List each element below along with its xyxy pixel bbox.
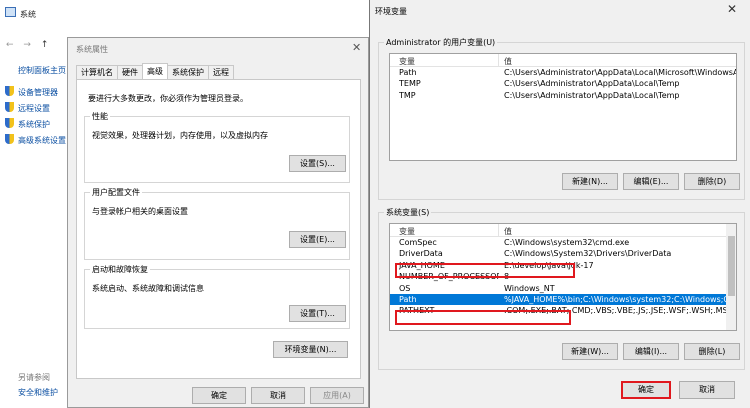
- variable-value: C:\Windows\System32\Drivers\DriverData: [504, 249, 672, 259]
- user-profiles-group: 用户配置文件 与登录帐户相关的桌面设置 设置(E)...: [84, 187, 350, 260]
- variable-name: TMP: [399, 90, 416, 100]
- control-panel-home-link[interactable]: 控制面板主页: [18, 65, 66, 76]
- sidebar-item-remote-settings[interactable]: 远程设置: [18, 103, 50, 114]
- sidebar-item-device-manager[interactable]: 设备管理器: [18, 87, 58, 98]
- value-column-header[interactable]: 值: [504, 226, 512, 237]
- variable-column-header[interactable]: 变量: [399, 56, 415, 67]
- sidebar-item-system-protection[interactable]: 系统保护: [18, 119, 50, 130]
- user-variables-group: Administrator 的用户变量(U) 变量 值 Path C:\User…: [378, 37, 745, 200]
- user-profiles-desc: 与登录帐户相关的桌面设置: [92, 207, 188, 216]
- tab-strip: 计算机名 硬件 高级 系统保护 远程: [76, 63, 234, 79]
- user-variables-list[interactable]: 变量 值 Path C:\Users\Administrator\AppData…: [389, 53, 737, 161]
- variable-name: ComSpec: [399, 238, 437, 247]
- close-icon[interactable]: ✕: [352, 41, 361, 54]
- user-variables-label: Administrator 的用户变量(U): [384, 37, 498, 48]
- user-list-header: 变量 值: [390, 54, 736, 67]
- close-icon[interactable]: ✕: [727, 2, 737, 16]
- cancel-button[interactable]: 取消: [251, 387, 305, 404]
- system-delete-button[interactable]: 删除(L): [684, 343, 740, 360]
- performance-desc: 视觉效果，处理器计划，内存使用，以及虚拟内存: [92, 131, 268, 140]
- value-column-header[interactable]: 值: [504, 56, 512, 67]
- variable-name: OS: [399, 283, 411, 293]
- tab-hardware[interactable]: 硬件: [117, 65, 143, 79]
- back-arrow-icon[interactable]: ←: [6, 40, 14, 50]
- system-variables-group: 系统变量(S) 变量 值 ComSpec C:\Windows\system32…: [378, 207, 745, 370]
- shield-icon: [5, 134, 14, 144]
- table-row[interactable]: DriverData C:\Windows\System32\Drivers\D…: [390, 248, 736, 259]
- system-variables-list[interactable]: 变量 值 ComSpec C:\Windows\system32\cmd.exe…: [389, 223, 737, 331]
- system-properties-dialog: 系统属性 ✕ 计算机名 硬件 高级 系统保护 远程 要进行大多数更改，你必须作为…: [67, 37, 369, 408]
- env-cancel-button[interactable]: 取消: [679, 381, 735, 399]
- java-home-highlight: [395, 263, 575, 278]
- nav-buttons: ← → ↑: [6, 40, 55, 50]
- system-edit-button[interactable]: 编辑(I)...: [623, 343, 679, 360]
- startup-recovery-settings-button[interactable]: 设置(T)...: [289, 305, 346, 322]
- env-ok-button[interactable]: 确定: [621, 381, 671, 399]
- variable-value: C:\Windows\system32\cmd.exe: [504, 238, 630, 247]
- user-profiles-settings-button[interactable]: 设置(E)...: [289, 231, 346, 248]
- user-profiles-group-label: 用户配置文件: [90, 187, 142, 198]
- tab-advanced[interactable]: 高级: [142, 63, 168, 79]
- table-row[interactable]: TEMP C:\Users\Administrator\AppData\Loca…: [390, 78, 736, 89]
- scrollbar-thumb[interactable]: [728, 236, 735, 296]
- shield-icon: [5, 102, 14, 112]
- environment-variables-title: 环境变量: [375, 7, 407, 16]
- performance-settings-button[interactable]: 设置(S)...: [289, 155, 346, 172]
- tab-system-protection[interactable]: 系统保护: [167, 65, 209, 79]
- tab-remote[interactable]: 远程: [208, 65, 234, 79]
- security-maintenance-link[interactable]: 安全和维护: [18, 387, 58, 398]
- ok-button[interactable]: 确定: [192, 387, 246, 404]
- variable-value: C:\Users\Administrator\AppData\Local\Tem…: [504, 90, 680, 100]
- control-panel-titlebar: 系统: [0, 0, 370, 26]
- system-app-icon: [5, 7, 16, 17]
- table-row[interactable]: ComSpec C:\Windows\system32\cmd.exe: [390, 237, 736, 248]
- variable-value: %JAVA_HOME%\bin;C:\Windows\system32;C:\W…: [504, 294, 728, 304]
- shield-icon: [5, 86, 14, 96]
- variable-name: TEMP: [399, 79, 421, 89]
- system-list-header: 变量 值: [390, 224, 736, 237]
- startup-recovery-group-label: 启动和故障恢复: [90, 264, 150, 275]
- tab-computer-name[interactable]: 计算机名: [76, 65, 118, 79]
- system-properties-title: 系统属性: [76, 45, 108, 54]
- system-new-button[interactable]: 新建(W)...: [562, 343, 618, 360]
- admin-note: 要进行大多数更改，你必须作为管理员登录。: [88, 94, 248, 103]
- user-edit-button[interactable]: 编辑(E)...: [623, 173, 679, 190]
- forward-arrow-icon[interactable]: →: [23, 40, 31, 50]
- variable-name: Path: [399, 68, 417, 77]
- variable-name: DriverData: [399, 249, 443, 259]
- table-row[interactable]: OS Windows_NT: [390, 283, 736, 294]
- variable-column-header[interactable]: 变量: [399, 226, 415, 237]
- system-variables-label: 系统变量(S): [384, 207, 432, 218]
- startup-recovery-group: 启动和故障恢复 系统启动、系统故障和调试信息 设置(T)...: [84, 264, 350, 329]
- control-panel-title: 系统: [20, 10, 36, 19]
- system-list-scrollbar[interactable]: [726, 224, 736, 330]
- variable-value: Windows_NT: [504, 283, 555, 293]
- variable-value: C:\Users\Administrator\AppData\Local\Tem…: [504, 79, 680, 89]
- table-row-selected[interactable]: Path %JAVA_HOME%\bin;C:\Windows\system32…: [390, 293, 736, 306]
- variable-value: C:\Users\Administrator\AppData\Local\Mic…: [504, 68, 736, 77]
- performance-group-label: 性能: [90, 111, 110, 122]
- user-new-button[interactable]: 新建(N)...: [562, 173, 618, 190]
- table-row[interactable]: TMP C:\Users\Administrator\AppData\Local…: [390, 90, 736, 101]
- apply-button[interactable]: 应用(A): [310, 387, 364, 404]
- user-delete-button[interactable]: 删除(D): [684, 173, 740, 190]
- environment-variables-button[interactable]: 环境变量(N)...: [273, 341, 348, 358]
- startup-recovery-desc: 系统启动、系统故障和调试信息: [92, 284, 204, 293]
- environment-variables-dialog: 环境变量 ✕ Administrator 的用户变量(U) 变量 值 Path …: [369, 0, 750, 408]
- table-row[interactable]: Path C:\Users\Administrator\AppData\Loca…: [390, 67, 736, 78]
- performance-group: 性能 视觉效果，处理器计划，内存使用，以及虚拟内存 设置(S)...: [84, 111, 350, 183]
- advanced-tab-page: 要进行大多数更改，你必须作为管理员登录。 性能 视觉效果，处理器计划，内存使用，…: [76, 79, 361, 379]
- see-also-label: 另请参阅: [18, 373, 50, 382]
- sidebar-item-advanced-settings[interactable]: 高级系统设置: [18, 135, 66, 146]
- variable-name: Path: [399, 294, 417, 304]
- shield-icon: [5, 118, 14, 128]
- path-highlight: [395, 310, 571, 325]
- up-arrow-icon[interactable]: ↑: [41, 40, 49, 50]
